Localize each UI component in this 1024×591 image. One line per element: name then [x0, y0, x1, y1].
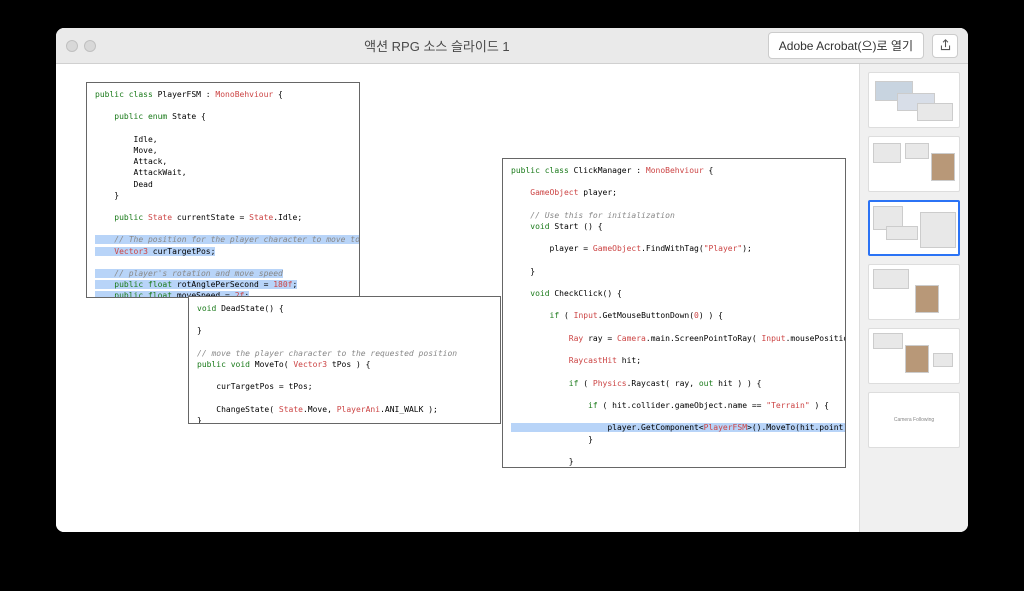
share-icon [939, 39, 952, 52]
thumbnail-6-label: Camera Following [894, 417, 934, 423]
open-with-button[interactable]: Adobe Acrobat(으)로 열기 [768, 32, 924, 59]
thumbnail-3-active[interactable] [868, 200, 960, 256]
content-area: public class PlayerFSM : MonoBehviour { … [56, 64, 968, 532]
code-block-deadstate: void DeadState() { } // move the player … [188, 296, 501, 424]
window-title: 액션 RPG 소스 슬라이드 1 [106, 36, 768, 55]
close-icon[interactable] [66, 40, 78, 52]
thumbnail-sidebar[interactable]: Camera Following [860, 64, 968, 532]
main-slide[interactable]: public class PlayerFSM : MonoBehviour { … [56, 64, 860, 532]
share-button[interactable] [932, 34, 958, 58]
window-controls [66, 40, 96, 52]
thumbnail-5[interactable] [868, 328, 960, 384]
thumbnail-2[interactable] [868, 136, 960, 192]
titlebar: 액션 RPG 소스 슬라이드 1 Adobe Acrobat(으)로 열기 [56, 28, 968, 64]
thumbnail-4[interactable] [868, 264, 960, 320]
minimize-icon[interactable] [84, 40, 96, 52]
code-block-playerfsm: public class PlayerFSM : MonoBehviour { … [86, 82, 360, 298]
preview-window: 액션 RPG 소스 슬라이드 1 Adobe Acrobat(으)로 열기 pu… [56, 28, 968, 532]
toolbar-right: Adobe Acrobat(으)로 열기 [768, 32, 958, 59]
thumbnail-6[interactable]: Camera Following [868, 392, 960, 448]
thumbnail-1[interactable] [868, 72, 960, 128]
code-block-clickmanager: public class ClickManager : MonoBehviour… [502, 158, 846, 468]
